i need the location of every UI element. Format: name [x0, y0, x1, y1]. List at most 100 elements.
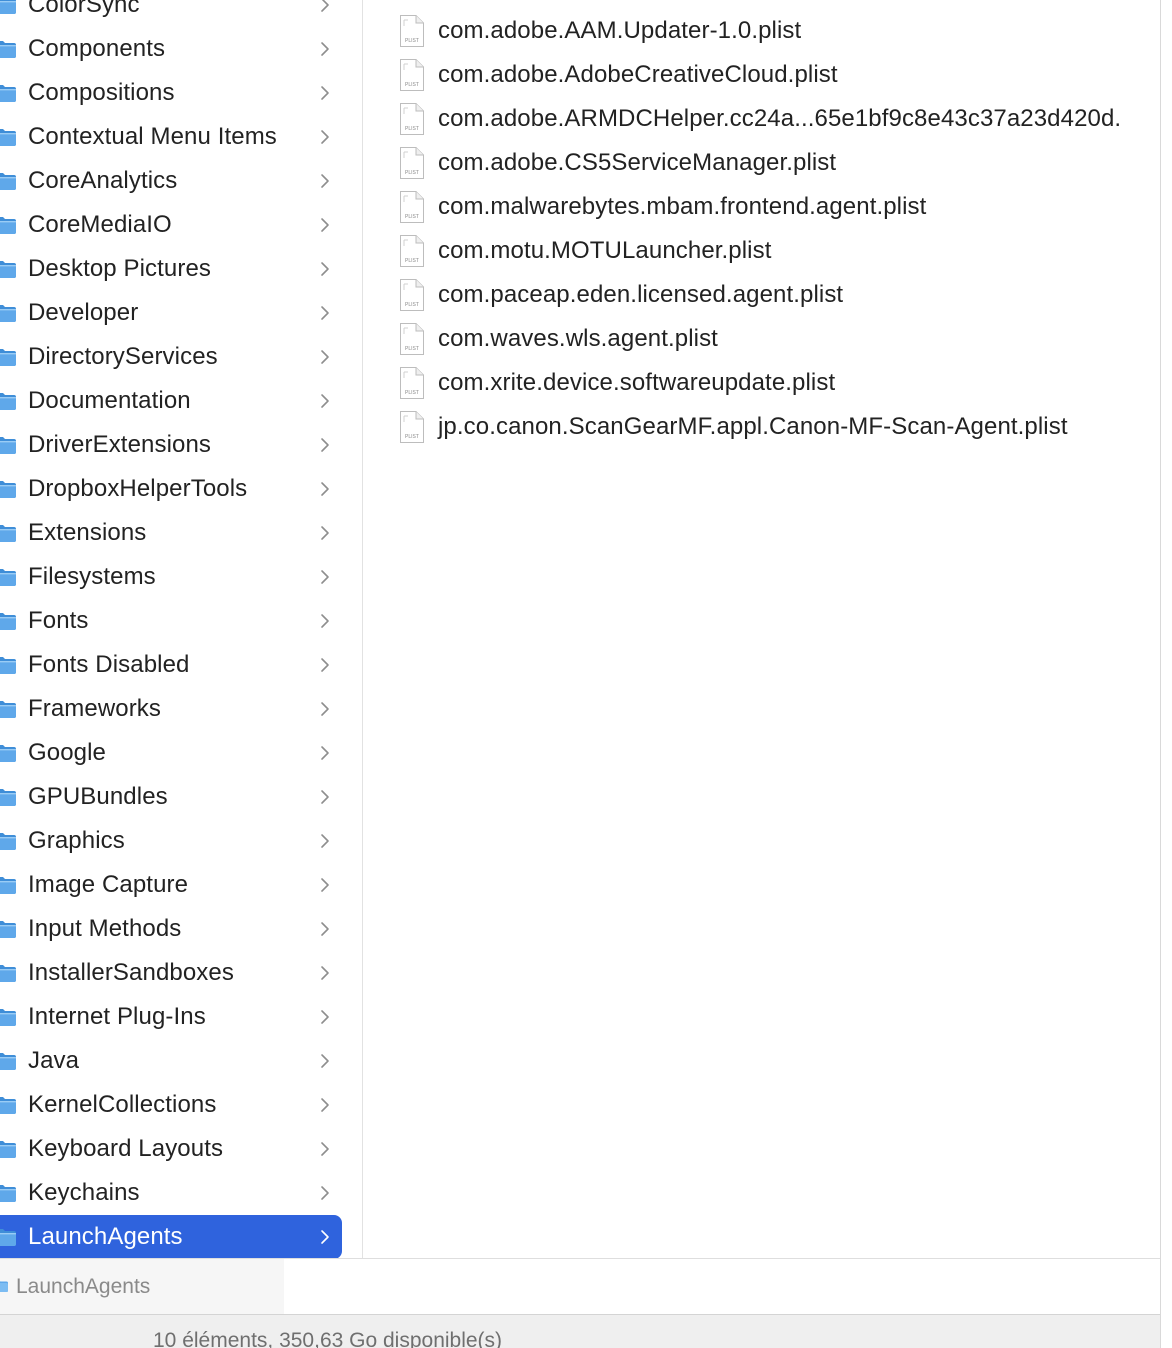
folder-label: Graphics	[28, 827, 125, 854]
plist-icon-text: PLIST	[405, 214, 419, 220]
chevron-right-icon	[321, 306, 329, 320]
folder-label: Input Methods	[28, 915, 182, 942]
file-label: jp.co.canon.ScanGearMF.appl.Canon-MF-Sca…	[438, 413, 1068, 440]
folder-row[interactable]: ColorSync	[0, 0, 342, 27]
plist-icon-text: PLIST	[405, 38, 419, 44]
chevron-right-icon	[321, 746, 329, 760]
folder-row[interactable]: CoreAnalytics	[0, 159, 342, 203]
chevron-right-icon	[321, 790, 329, 804]
chevron-right-icon	[321, 218, 329, 232]
folder-row[interactable]: Graphics	[0, 819, 342, 863]
chevron-right-icon	[321, 702, 329, 716]
folder-row[interactable]: Components	[0, 27, 342, 71]
plist-icon-text: PLIST	[405, 82, 419, 88]
folder-label: Image Capture	[28, 871, 189, 898]
folder-row[interactable]: CoreMediaIO	[0, 203, 342, 247]
folder-row[interactable]: Java	[0, 1039, 342, 1083]
file-label: com.xrite.device.softwareupdate.plist	[438, 369, 836, 396]
file-row[interactable]: PLIST com.paceap.eden.licensed.agent.plis…	[363, 273, 1160, 317]
folder-row[interactable]: Desktop Pictures	[0, 247, 342, 291]
file-row[interactable]: PLIST com.motu.MOTULauncher.plist	[363, 229, 1160, 273]
chevron-right-icon	[321, 570, 329, 584]
folder-row[interactable]: Keyboard Layouts	[0, 1127, 342, 1171]
file-row[interactable]: PLIST com.xrite.device.softwareupdate.pli…	[363, 361, 1160, 405]
folder-row[interactable]: Filesystems	[0, 555, 342, 599]
folder-icon	[0, 85, 16, 102]
folder-row[interactable]: Documentation	[0, 379, 342, 423]
plist-icon-text: PLIST	[405, 346, 419, 352]
folder-label: Google	[28, 739, 106, 766]
plist-file-icon: PLIST	[400, 15, 424, 47]
folder-icon	[0, 173, 16, 190]
folder-label: LaunchAgents	[28, 1223, 183, 1250]
folder-icon	[0, 305, 16, 322]
folder-label: CoreMediaIO	[28, 211, 172, 238]
folder-row[interactable]: GPUBundles	[0, 775, 342, 819]
plist-file-icon: PLIST	[400, 147, 424, 179]
chevron-right-icon	[321, 0, 329, 12]
folder-row[interactable]: Frameworks	[0, 687, 342, 731]
folder-label: Fonts	[28, 607, 89, 634]
file-label: com.motu.MOTULauncher.plist	[438, 237, 772, 264]
folder-label: Extensions	[28, 519, 147, 546]
folder-icon	[0, 1097, 16, 1114]
folder-row[interactable]: Extensions	[0, 511, 342, 555]
folder-label: Developer	[28, 299, 139, 326]
folder-label: DriverExtensions	[28, 431, 211, 458]
file-row[interactable]: PLIST com.adobe.AAM.Updater-1.0.plist	[363, 9, 1160, 53]
chevron-right-icon	[321, 614, 329, 628]
plist-icon-text: PLIST	[405, 258, 419, 264]
folder-row[interactable]: LaunchAgents	[0, 1215, 342, 1258]
folder-row[interactable]: DriverExtensions	[0, 423, 342, 467]
folder-row[interactable]: Compositions	[0, 71, 342, 115]
folder-row[interactable]: Keychains	[0, 1171, 342, 1215]
folder-column[interactable]: ColorSync Components Compositions Contextua…	[0, 0, 363, 1258]
folder-row[interactable]: Google	[0, 731, 342, 775]
path-segment[interactable]: LaunchAgents	[0, 1259, 284, 1315]
folder-row[interactable]: Input Methods	[0, 907, 342, 951]
file-row[interactable]: PLIST com.adobe.CS5ServiceManager.plist	[363, 141, 1160, 185]
folder-row[interactable]: Image Capture	[0, 863, 342, 907]
folder-label: InstallerSandboxes	[28, 959, 234, 986]
plist-icon-text: PLIST	[405, 126, 419, 132]
file-row[interactable]: PLIST com.adobe.ARMDCHelper.cc24a...65e1b…	[363, 97, 1160, 141]
file-row[interactable]: PLIST com.waves.wls.agent.plist	[363, 317, 1160, 361]
chevron-right-icon	[321, 130, 329, 144]
folder-icon	[0, 437, 16, 454]
folder-row[interactable]: DropboxHelperTools	[0, 467, 342, 511]
plist-icon-text: PLIST	[405, 434, 419, 440]
plist-file-icon: PLIST	[400, 323, 424, 355]
folder-row[interactable]: KernelCollections	[0, 1083, 342, 1127]
file-row[interactable]: PLIST jp.co.canon.ScanGearMF.appl.Canon-M…	[363, 405, 1160, 449]
folder-label: Contextual Menu Items	[28, 123, 277, 150]
file-label: com.adobe.AAM.Updater-1.0.plist	[438, 17, 802, 44]
folder-row[interactable]: Contextual Menu Items	[0, 115, 342, 159]
folder-row[interactable]: Internet Plug-Ins	[0, 995, 342, 1039]
chevron-right-icon	[321, 966, 329, 980]
chevron-right-icon	[321, 174, 329, 188]
folder-row[interactable]: DirectoryServices	[0, 335, 342, 379]
file-row[interactable]: PLIST com.adobe.AdobeCreativeCloud.plist	[363, 53, 1160, 97]
folder-label: Desktop Pictures	[28, 255, 212, 282]
chevron-right-icon	[321, 262, 329, 276]
file-list: PLIST com.adobe.AAM.Updater-1.0.plist PLIS…	[363, 9, 1160, 449]
chevron-right-icon	[321, 658, 329, 672]
file-row[interactable]: PLIST com.malwarebytes.mbam.frontend.agen…	[363, 185, 1160, 229]
folder-label: Documentation	[28, 387, 191, 414]
folder-row[interactable]: Developer	[0, 291, 342, 335]
folder-icon	[0, 877, 16, 894]
folder-icon	[0, 1229, 16, 1246]
folder-row[interactable]: Fonts	[0, 599, 342, 643]
plist-file-icon: PLIST	[400, 367, 424, 399]
chevron-right-icon	[321, 1142, 329, 1156]
chevron-right-icon	[321, 438, 329, 452]
folder-row[interactable]: InstallerSandboxes	[0, 951, 342, 995]
plist-icon-text: PLIST	[405, 302, 419, 308]
plist-file-icon: PLIST	[400, 103, 424, 135]
folder-row[interactable]: Fonts Disabled	[0, 643, 342, 687]
file-column[interactable]: PLIST com.adobe.AAM.Updater-1.0.plist PLIS…	[363, 0, 1160, 1258]
plist-file-icon: PLIST	[400, 191, 424, 223]
folder-icon	[0, 349, 16, 366]
plist-icon-text: PLIST	[405, 170, 419, 176]
chevron-right-icon	[321, 878, 329, 892]
